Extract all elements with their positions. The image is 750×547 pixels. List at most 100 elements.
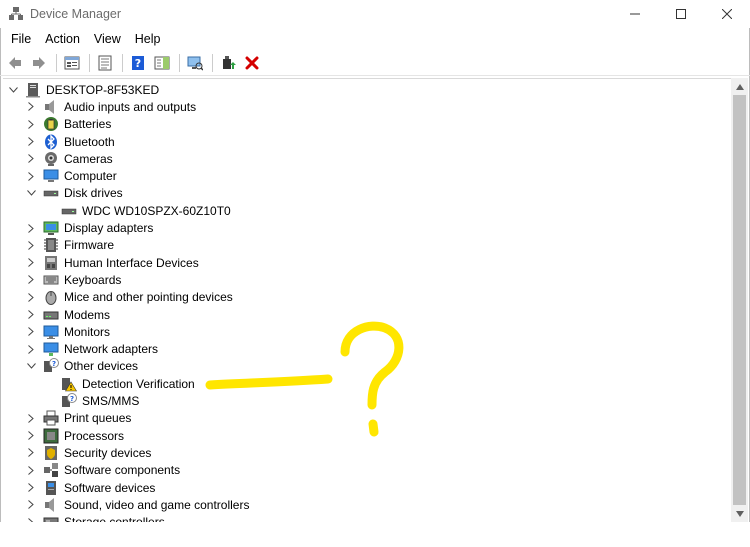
- tree-item-display-adapters[interactable]: Display adapters: [25, 219, 153, 236]
- help-icon: ?: [132, 55, 144, 70]
- back-button[interactable]: [4, 52, 26, 74]
- chevron-right-icon[interactable]: [25, 101, 37, 113]
- device-manager-app-icon: [8, 6, 24, 22]
- chevron-right-icon[interactable]: [25, 447, 37, 459]
- tree-item-label: Firmware: [64, 238, 114, 253]
- chevron-right-icon[interactable]: [25, 118, 37, 130]
- speaker-icon: [43, 99, 59, 115]
- tree-item-software-devices[interactable]: Software devices: [25, 479, 155, 496]
- chevron-right-icon[interactable]: [25, 274, 37, 286]
- security-icon: [43, 445, 59, 461]
- device-tree[interactable]: DESKTOP-8F53KED Audio inputs and outputs B…: [3, 78, 731, 522]
- update-driver-button[interactable]: [217, 52, 239, 74]
- chevron-right-icon[interactable]: [25, 499, 37, 511]
- menu-file[interactable]: File: [4, 28, 38, 50]
- menu-view[interactable]: View: [87, 28, 128, 50]
- action-pane-button[interactable]: [151, 52, 173, 74]
- scan-hardware-button[interactable]: [184, 52, 206, 74]
- tree-item-label: Storage controllers: [64, 515, 165, 522]
- tree-item-label: DESKTOP-8F53KED: [46, 82, 160, 97]
- network-icon: [43, 341, 59, 357]
- vertical-scrollbar[interactable]: [731, 78, 748, 522]
- tree-item-firmware[interactable]: Firmware: [25, 237, 114, 254]
- maximize-icon: [676, 9, 686, 19]
- tree-item-audio-inputs-and-outputs[interactable]: Audio inputs and outputs: [25, 98, 196, 115]
- tree-item-keyboards[interactable]: Keyboards: [25, 271, 121, 288]
- tree-item-label: Display adapters: [64, 221, 154, 236]
- tree-item-processors[interactable]: Processors: [25, 427, 124, 444]
- scroll-down-icon: [735, 510, 744, 517]
- title-bar[interactable]: Device Manager: [0, 0, 750, 28]
- unknown-device-icon: ?: [43, 358, 59, 374]
- chevron-right-icon[interactable]: [25, 326, 37, 338]
- uninstall-button[interactable]: [241, 52, 263, 74]
- chevron-down-icon[interactable]: [7, 84, 19, 96]
- tree-item-monitors[interactable]: Monitors: [25, 323, 110, 340]
- toolbar-separator: [89, 53, 90, 72]
- window-title: Device Manager: [30, 7, 122, 21]
- battery-icon: [43, 116, 59, 132]
- close-button[interactable]: [704, 0, 750, 28]
- svg-text:?: ?: [70, 395, 74, 403]
- tree-view-button[interactable]: [94, 52, 116, 74]
- unknown-device-icon: ?: [61, 393, 77, 409]
- chevron-down-icon[interactable]: [25, 187, 37, 199]
- tree-item-software-components[interactable]: Software components: [25, 462, 180, 479]
- menu-action[interactable]: Action: [38, 28, 87, 50]
- tree-item-sms-mms[interactable]: ? SMS/MMS: [43, 392, 139, 409]
- chevron-right-icon[interactable]: [25, 136, 37, 148]
- chevron-right-icon[interactable]: [25, 291, 37, 303]
- chevron-right-icon[interactable]: [25, 412, 37, 424]
- tree-item-human-interface-devices[interactable]: Human Interface Devices: [25, 254, 199, 271]
- tree-item-sound-video-and-game-controllers[interactable]: Sound, video and game controllers: [25, 496, 249, 513]
- tree-item-wdc-wd10spzx-60z10t0[interactable]: WDC WD10SPZX-60Z10T0: [43, 202, 231, 219]
- maximize-button[interactable]: [658, 0, 704, 28]
- chevron-right-icon[interactable]: [25, 257, 37, 269]
- tree-root-computer[interactable]: DESKTOP-8F53KED: [7, 81, 159, 98]
- chevron-right-icon[interactable]: [25, 170, 37, 182]
- tree-item-label: Computer: [64, 169, 117, 184]
- help-button[interactable]: ?: [127, 52, 149, 74]
- tree-item-print-queues[interactable]: Print queues: [25, 410, 131, 427]
- tree-item-network-adapters[interactable]: Network adapters: [25, 341, 158, 358]
- tree-item-label: Cameras: [64, 151, 113, 166]
- chevron-right-icon[interactable]: [25, 239, 37, 251]
- chevron-right-icon[interactable]: [25, 430, 37, 442]
- scroll-up-button[interactable]: [731, 78, 748, 95]
- menu-bar: File Action View Help: [0, 28, 750, 50]
- scroll-thumb[interactable]: [733, 95, 746, 505]
- chevron-right-icon[interactable]: [25, 464, 37, 476]
- tree-item-other-devices[interactable]: ? Other devices: [25, 358, 138, 375]
- tree-item-security-devices[interactable]: Security devices: [25, 444, 151, 461]
- scroll-up-icon: [735, 83, 744, 90]
- chevron-right-icon[interactable]: [25, 309, 37, 321]
- tree-item-detection-verification[interactable]: Detection Verification: [43, 375, 195, 392]
- bluetooth-icon: [43, 133, 59, 150]
- menu-help[interactable]: Help: [128, 28, 168, 50]
- chevron-right-icon[interactable]: [25, 222, 37, 234]
- keyboard-icon: [43, 272, 59, 288]
- chevron-right-icon[interactable]: [25, 343, 37, 355]
- tree-item-label: Disk drives: [64, 186, 123, 201]
- tree-item-disk-drives[interactable]: Disk drives: [25, 185, 123, 202]
- tree-item-computer[interactable]: Computer: [25, 168, 117, 185]
- tree-item-cameras[interactable]: Cameras: [25, 150, 113, 167]
- tree-item-modems[interactable]: Modems: [25, 306, 110, 323]
- properties-button[interactable]: [61, 52, 83, 74]
- scroll-down-button[interactable]: [731, 505, 748, 522]
- modem-icon: [43, 307, 59, 323]
- warning-device-icon: [61, 376, 78, 392]
- chevron-down-icon[interactable]: [25, 360, 37, 372]
- tree-item-storage-controllers[interactable]: Storage controllers: [25, 514, 165, 522]
- tree-item-label: Bluetooth: [64, 134, 115, 149]
- tree-item-label: Processors: [64, 428, 125, 443]
- chevron-right-icon[interactable]: [25, 482, 37, 494]
- tree-item-mice-and-other-pointing-devices[interactable]: Mice and other pointing devices: [25, 289, 233, 306]
- tree-item-batteries[interactable]: Batteries: [25, 116, 111, 133]
- svg-text:?: ?: [135, 57, 141, 70]
- minimize-button[interactable]: [612, 0, 658, 28]
- tree-item-bluetooth[interactable]: Bluetooth: [25, 133, 115, 150]
- scan-hardware-icon: [187, 56, 203, 71]
- forward-button[interactable]: [28, 52, 50, 74]
- chevron-right-icon[interactable]: [25, 153, 37, 165]
